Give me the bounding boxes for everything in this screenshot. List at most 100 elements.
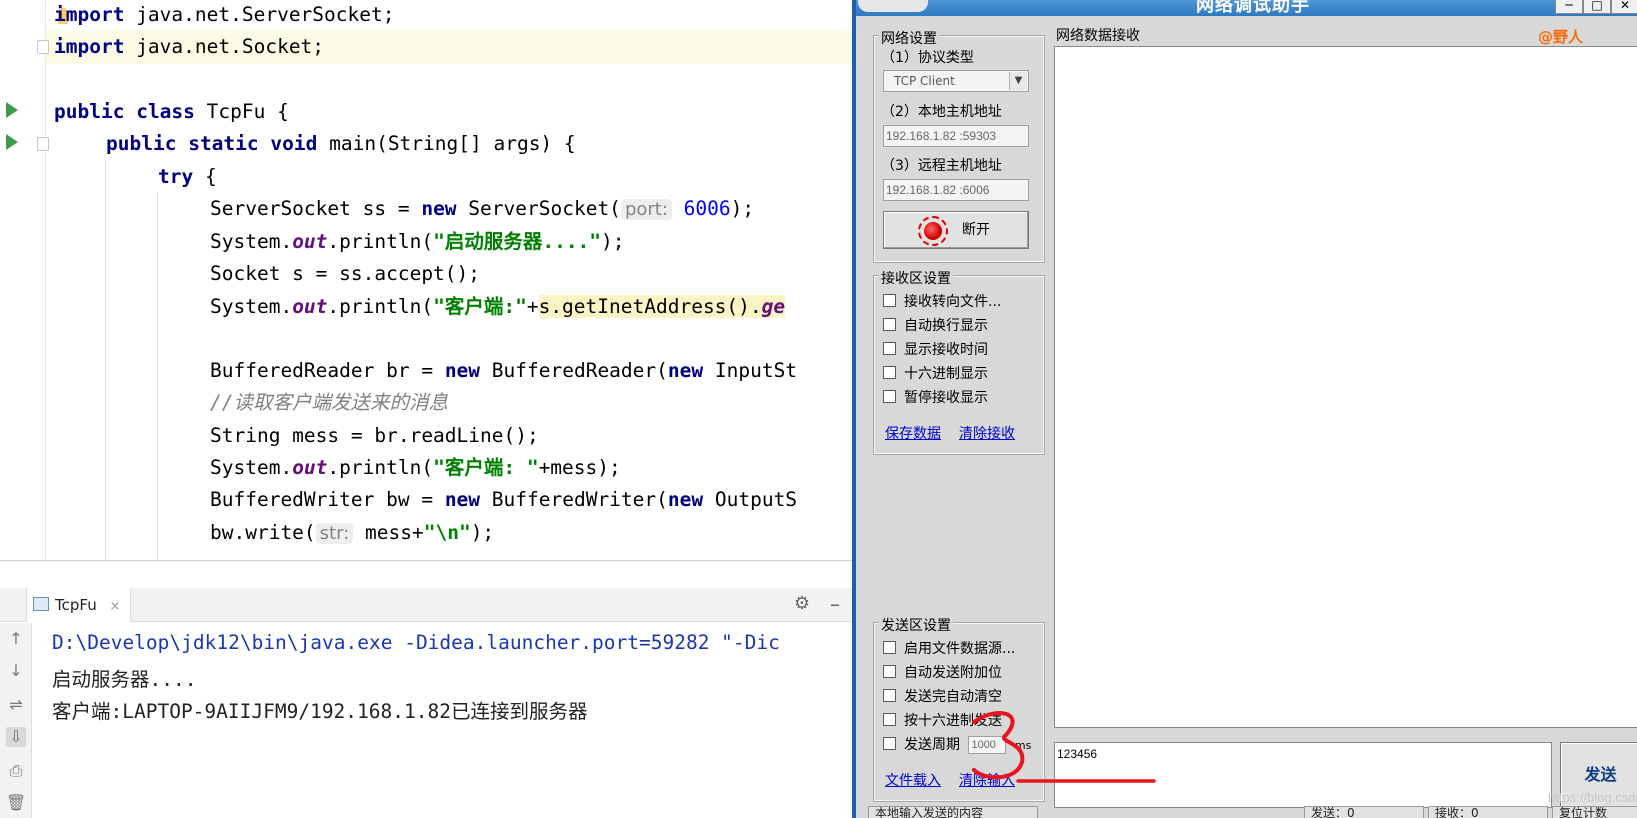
indent-guide xyxy=(157,192,158,560)
app-title: 网络调试助手 xyxy=(1196,0,1310,16)
recv-option-show-time[interactable]: 显示接收时间 xyxy=(883,340,988,360)
tab-tcpfu[interactable]: TcpFu × xyxy=(26,588,132,622)
run-class-icon[interactable] xyxy=(6,102,18,118)
indent-guide xyxy=(105,160,106,560)
group-title: 发送区设置 xyxy=(879,615,953,635)
code-line-12: BufferedReader br = new BufferedReader(n… xyxy=(210,359,798,382)
option-label: 启用文件数据源... xyxy=(904,641,1016,657)
option-label: 暂停接收显示 xyxy=(904,390,988,406)
disconnect-label: 断开 xyxy=(962,222,990,238)
checkbox[interactable] xyxy=(883,713,896,726)
send-textarea[interactable]: 123456 xyxy=(1054,742,1552,808)
disconnect-button[interactable]: 断开 xyxy=(883,211,1029,249)
code-line-17: bw.write(str: mess+"\n"); xyxy=(210,521,495,544)
local-address-field[interactable]: 192.168.1.82 :59303 xyxy=(883,125,1029,147)
code-editor[interactable]: import java.net.ServerSocket; import jav… xyxy=(0,0,852,560)
console-line: 启动服务器.... xyxy=(52,668,197,691)
protocol-label: （1）协议类型 xyxy=(881,50,974,66)
clear-input-link[interactable]: 清除输入 xyxy=(959,770,1015,790)
trash-icon[interactable]: 🗑 xyxy=(6,793,26,813)
checkbox[interactable] xyxy=(883,737,896,750)
checkbox[interactable] xyxy=(883,294,896,307)
arrow-up-icon[interactable]: ↑ xyxy=(6,629,26,649)
tab-label: TcpFu xyxy=(55,596,97,614)
checkbox[interactable] xyxy=(883,366,896,379)
minimize-button[interactable]: ─ xyxy=(1555,0,1583,14)
editor-gutter xyxy=(0,0,49,560)
option-label: 自动发送附加位 xyxy=(904,665,1002,681)
arrow-down-icon[interactable]: ↓ xyxy=(6,661,26,681)
code-line-5: public static void main(String[] args) { xyxy=(106,132,576,155)
receive-settings-group: 接收区设置 接收转向文件... 自动换行显示 显示接收时间 十六进制显示 暂停接… xyxy=(873,268,1045,455)
period-unit: ms xyxy=(1014,739,1032,752)
status-bar: 本地输入发送的内容 发送：0 接收：0 复位计数 xyxy=(856,806,1637,818)
group-title: 网络设置 xyxy=(879,28,939,48)
checkbox[interactable] xyxy=(883,390,896,403)
soft-wrap-icon[interactable]: ⇌ xyxy=(6,695,26,715)
close-icon[interactable]: × xyxy=(109,599,120,614)
code-line-9: Socket s = ss.accept(); xyxy=(210,262,481,285)
send-settings-group: 发送区设置 启用文件数据源... 自动发送附加位 发送完自动清空 按十六进制发送… xyxy=(873,615,1045,802)
checkbox[interactable] xyxy=(883,318,896,331)
protocol-select[interactable]: TCP Client ▼ xyxy=(883,70,1029,92)
checkbox[interactable] xyxy=(883,342,896,355)
option-label: 显示接收时间 xyxy=(904,342,988,358)
run-tool-window: TcpFu × ⚙ – ↑ ↓ ⇌ ⇩ ⎙ 🗑 D:\Develop\jdk12… xyxy=(0,560,852,818)
code-line-6: try { xyxy=(158,165,217,188)
recv-option-auto-wrap[interactable]: 自动换行显示 xyxy=(883,316,988,336)
fold-icon[interactable] xyxy=(37,40,49,54)
checkbox[interactable] xyxy=(883,689,896,702)
send-option-period[interactable]: 发送周期 1000 ms xyxy=(883,735,1031,755)
local-address-label: （2）本地主机地址 xyxy=(881,104,1002,120)
clear-receive-link[interactable]: 清除接收 xyxy=(959,423,1015,443)
checkbox[interactable] xyxy=(883,665,896,678)
period-field[interactable]: 1000 xyxy=(968,736,1007,754)
code-line-7: ServerSocket ss = new ServerSocket(port:… xyxy=(210,197,755,220)
send-option-file-source[interactable]: 启用文件数据源... xyxy=(883,639,1015,659)
title-bar[interactable]: 网络调试助手 ─ □ ✕ xyxy=(856,0,1637,16)
run-toolbar: ↑ ↓ ⇌ ⇩ ⎙ 🗑 xyxy=(0,623,32,818)
maximize-button[interactable]: □ xyxy=(1583,0,1611,14)
option-label: 接收转向文件... xyxy=(904,294,1002,310)
chevron-down-icon[interactable]: ▼ xyxy=(1009,72,1027,90)
receive-textarea[interactable] xyxy=(1054,46,1637,728)
print-icon[interactable]: ⎙ xyxy=(6,761,26,781)
option-label: 自动换行显示 xyxy=(904,318,988,334)
send-option-hex[interactable]: 按十六进制发送 xyxy=(883,711,1002,731)
console-line: 客户端:LAPTOP-9AIIJFM9/192.168.1.82已连接到服务器 xyxy=(52,700,588,723)
bottom-text: 本地输入发送的内容 xyxy=(868,806,1038,818)
selection-highlight: s.getInetAddress(). xyxy=(538,295,762,318)
run-main-icon[interactable] xyxy=(6,134,18,150)
recv-option-pause[interactable]: 暂停接收显示 xyxy=(883,388,988,408)
protocol-value: TCP Client xyxy=(894,74,955,88)
watermark: https://blog.csdn.net/weixin_51166427 xyxy=(1548,790,1637,805)
title-bar-menu[interactable] xyxy=(858,0,928,12)
fold-icon[interactable] xyxy=(37,137,49,151)
remote-address-label: （3）远程主机地址 xyxy=(881,158,1002,174)
remote-address-field[interactable]: 192.168.1.82 :6006 xyxy=(883,179,1029,201)
received-count: 接收：0 xyxy=(1428,806,1548,818)
param-hint: port: xyxy=(620,199,672,220)
code-line-1: import java.net.ServerSocket; xyxy=(54,3,395,26)
scroll-to-end-icon[interactable]: ⇩ xyxy=(6,727,26,747)
save-data-link[interactable]: 保存数据 xyxy=(885,423,941,443)
net-assistant-window: 网络调试助手 ─ □ ✕ @野人 V4.2.1 网络设置 （1）协议类型 TCP… xyxy=(852,0,1637,818)
send-option-append[interactable]: 自动发送附加位 xyxy=(883,663,1002,683)
reset-count-button[interactable]: 复位计数 xyxy=(1552,806,1637,818)
send-option-auto-clear[interactable]: 发送完自动清空 xyxy=(883,687,1002,707)
run-config-icon xyxy=(33,597,49,611)
checkbox[interactable] xyxy=(883,641,896,654)
option-label: 发送完自动清空 xyxy=(904,689,1002,705)
param-hint: str: xyxy=(315,523,354,544)
code-line-15: System.out.println("客户端: "+mess); xyxy=(210,456,621,479)
run-tab-bar: TcpFu × ⚙ – xyxy=(0,588,852,622)
recv-option-to-file[interactable]: 接收转向文件... xyxy=(883,292,1001,312)
connection-dot-icon xyxy=(924,222,942,240)
file-load-link[interactable]: 文件载入 xyxy=(885,770,941,790)
recv-option-hex[interactable]: 十六进制显示 xyxy=(883,364,988,384)
option-label: 十六进制显示 xyxy=(904,366,988,382)
close-button[interactable]: ✕ xyxy=(1611,0,1637,14)
gear-icon[interactable]: ⚙ xyxy=(794,593,810,614)
group-title: 接收区设置 xyxy=(879,268,953,288)
minimize-icon[interactable]: – xyxy=(830,592,840,616)
